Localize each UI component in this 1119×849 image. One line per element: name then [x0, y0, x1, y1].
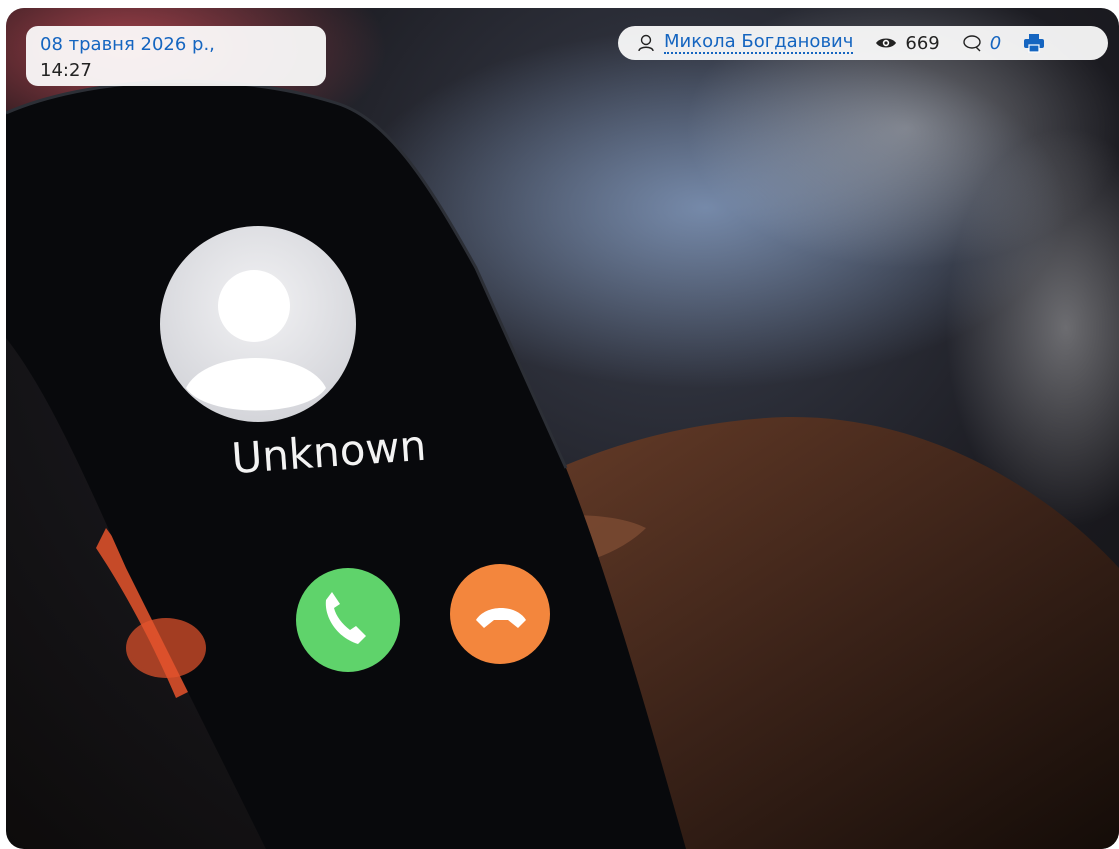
accept-call-button: [296, 568, 400, 672]
eye-icon: [875, 36, 897, 50]
views-count: 669: [905, 32, 940, 54]
post-date[interactable]: 08 травня 2026 р.,: [40, 32, 312, 58]
comments-counter[interactable]: 0: [962, 33, 1001, 54]
comments-count[interactable]: 0: [990, 33, 1001, 54]
author-link[interactable]: Микола Богданович: [664, 32, 854, 54]
printer-icon: [1023, 33, 1045, 53]
views-counter: 669: [875, 32, 940, 54]
print-button[interactable]: [1023, 33, 1045, 53]
post-date-badge: 08 травня 2026 р., 14:27: [26, 26, 326, 86]
post-meta-bar: Микола Богданович 669 0: [618, 26, 1108, 60]
comment-icon: [962, 34, 982, 52]
post-time: 14:27: [40, 60, 92, 81]
article-photo: Unknown: [6, 8, 1119, 849]
article-image-frame: Unknown: [6, 8, 1119, 849]
user-icon: [636, 33, 656, 53]
